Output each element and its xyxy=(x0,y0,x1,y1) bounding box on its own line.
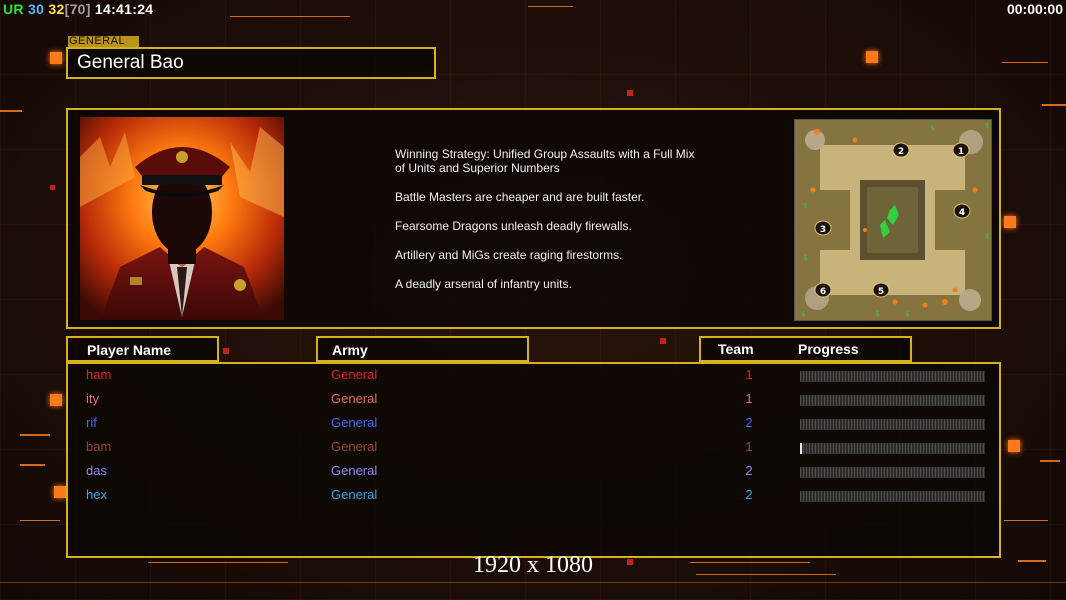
description-line: Battle Masters are cheaper and are built… xyxy=(395,190,645,204)
progress-bar xyxy=(800,467,985,478)
progress-bar xyxy=(800,491,985,502)
game-timer: 00:00:00 xyxy=(1006,1,1063,17)
player-name: ity xyxy=(86,391,99,406)
deco-square xyxy=(50,185,55,190)
deco-square xyxy=(1008,440,1020,452)
deco-line xyxy=(1002,62,1048,63)
description-line: Winning Strategy: Unified Group Assaults… xyxy=(395,147,695,175)
player-army: General xyxy=(331,463,378,478)
player-row: hex General 2 xyxy=(68,487,999,505)
description-line: A deadly arsenal of infantry units. xyxy=(395,277,572,291)
deco-square xyxy=(50,394,62,406)
player-row: ity General 1 xyxy=(68,391,999,409)
deco-square xyxy=(50,52,62,64)
progress-bar xyxy=(800,371,985,382)
general-description: Winning Strategy: Unified Group Assaults… xyxy=(395,147,695,306)
general-portrait xyxy=(80,117,284,320)
player-team: 2 xyxy=(745,487,753,502)
progress-fill xyxy=(800,443,802,454)
start-position-2: 2 xyxy=(898,147,904,157)
player-row: rif General 2 xyxy=(68,415,999,433)
start-position-1: 1 xyxy=(958,147,964,157)
map-preview: $ $ $ $ $ $ $ $ 1 2 3 4 5 6 xyxy=(794,119,992,321)
player-name: rif xyxy=(86,415,97,430)
description-line: Artillery and MiGs create raging firesto… xyxy=(395,248,623,262)
deco-line xyxy=(20,520,60,521)
player-row: bam General 1 xyxy=(68,439,999,457)
deco-line xyxy=(1040,460,1060,462)
deco-square xyxy=(223,348,229,354)
svg-text:$: $ xyxy=(905,310,909,318)
player-team: 1 xyxy=(745,367,753,382)
deco-square xyxy=(54,486,66,498)
player-army: General xyxy=(331,415,378,430)
deco-square xyxy=(660,338,666,344)
header-team: Team xyxy=(718,341,754,357)
player-army: General xyxy=(331,487,378,502)
deco-line xyxy=(1042,104,1066,106)
progress-bar xyxy=(800,419,985,430)
deco-square xyxy=(1004,216,1016,228)
player-army: General xyxy=(331,439,378,454)
player-row: ham General 1 xyxy=(68,367,999,385)
stat-value-2: 32 xyxy=(48,1,65,17)
svg-text:$: $ xyxy=(985,122,989,130)
header-player-name: Player Name xyxy=(66,336,219,362)
deco-line xyxy=(230,16,350,17)
player-team: 2 xyxy=(745,463,753,478)
deco-square xyxy=(627,90,633,96)
status-bar: UR 30 32[70] 14:41:24 xyxy=(3,1,153,17)
players-list: ham General 1 ity General 1 rif General 2 bam Gene… xyxy=(66,362,1001,558)
svg-text:$: $ xyxy=(803,254,807,262)
header-army: Army xyxy=(316,336,529,362)
player-team: 1 xyxy=(745,439,753,454)
player-name: das xyxy=(86,463,107,478)
deco-square xyxy=(866,51,878,63)
progress-bar xyxy=(800,443,985,454)
start-position-6: 6 xyxy=(820,287,826,297)
deco-line xyxy=(0,110,22,112)
deco-line xyxy=(20,434,50,436)
resolution-label: 1920 x 1080 xyxy=(473,552,593,578)
player-name: ham xyxy=(86,367,112,382)
svg-text:$: $ xyxy=(930,124,934,132)
deco-line xyxy=(1004,520,1048,521)
start-position-3: 3 xyxy=(820,225,826,235)
start-position-4: 4 xyxy=(959,208,965,218)
ur-label: UR xyxy=(3,1,24,17)
deco-line xyxy=(528,6,573,7)
deco-line xyxy=(20,464,45,466)
player-name: hex xyxy=(86,487,107,502)
general-tag: GENERAL xyxy=(68,36,139,47)
player-army: General xyxy=(331,367,378,382)
player-team: 2 xyxy=(745,415,753,430)
general-name: General Bao xyxy=(66,47,436,79)
stat-value-1: 30 xyxy=(28,1,45,17)
progress-bar xyxy=(800,395,985,406)
deco-line xyxy=(0,582,1066,583)
svg-text:$: $ xyxy=(875,310,879,318)
player-team: 1 xyxy=(745,391,753,406)
header-progress: Progress xyxy=(798,341,859,357)
start-position-5: 5 xyxy=(878,287,884,297)
header-team-progress: Team Progress xyxy=(699,336,912,362)
player-army: General xyxy=(331,391,378,406)
player-name: bam xyxy=(86,439,112,454)
svg-text:$: $ xyxy=(985,232,989,240)
svg-text:$: $ xyxy=(801,310,805,318)
svg-text:$: $ xyxy=(803,202,807,210)
clock-time: 14:41:24 xyxy=(94,1,154,17)
player-row: das General 2 xyxy=(68,463,999,481)
description-line: Fearsome Dragons unleash deadly firewall… xyxy=(395,219,632,233)
stat-bracket: [70] xyxy=(64,1,91,17)
